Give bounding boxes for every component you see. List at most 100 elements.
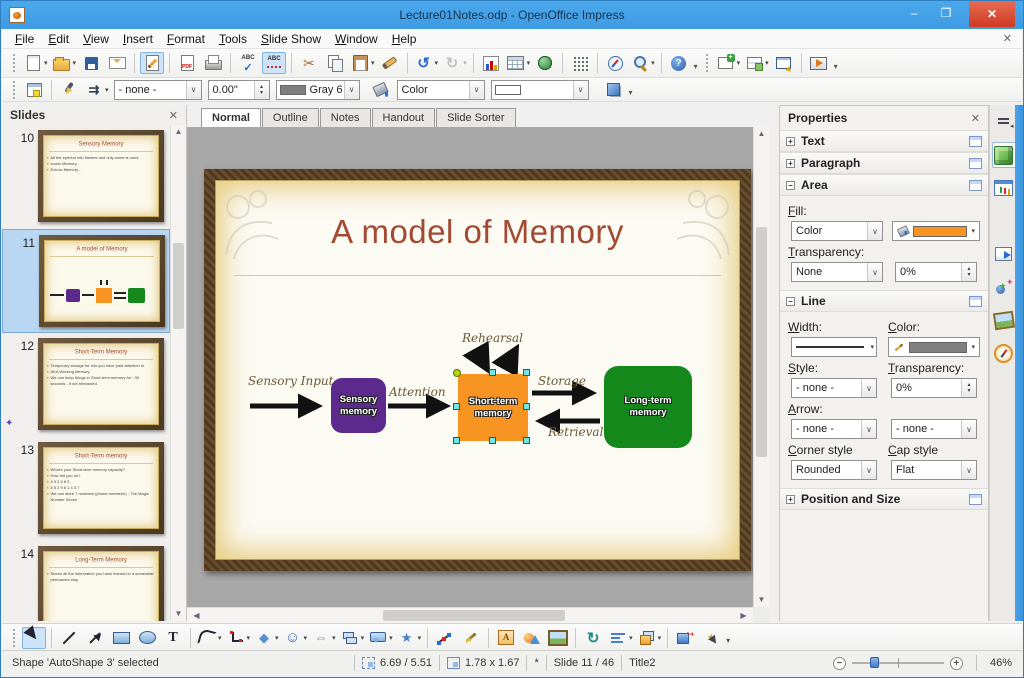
gallery-tab[interactable] [992,307,1016,333]
spellcheck-button[interactable] [236,52,260,74]
open-button[interactable]: ▾ [51,52,78,74]
selection-handle-mid-left[interactable] [453,403,460,410]
section-text[interactable]: + Text [780,130,988,152]
zoom-button[interactable]: ▾ [629,52,656,74]
callouts-button[interactable]: ▾ [367,627,394,649]
collapse-icon[interactable]: − [786,296,795,306]
dropdown-icon[interactable]: ▾ [304,634,308,642]
scrollbar-thumb[interactable] [383,610,565,621]
retrieval-label[interactable]: Retrieval [548,425,603,439]
dropdown-icon[interactable]: ▾ [218,634,222,642]
section-line[interactable]: − Line [780,290,988,312]
slide-thumbnail-10[interactable]: 10 Sensory Memory All the eye/ear info fla… [2,125,170,229]
dropdown-icon[interactable]: ▾ [658,634,662,642]
arrange-button[interactable]: ▾ [636,627,663,649]
collapse-icon[interactable]: − [786,180,795,190]
slide-design-button[interactable] [772,52,796,74]
navigator-button[interactable] [603,52,627,74]
line-dialog-button[interactable] [57,79,81,101]
toolbar-overflow-icon[interactable]: ▾ [629,88,633,97]
dropdown-icon[interactable]: ∨ [468,80,484,99]
rotate-button[interactable]: ↻ [581,627,605,649]
dropdown-icon[interactable]: ▾ [247,634,251,642]
maximize-button[interactable]: ❐ [931,1,961,25]
area-dialog-button[interactable] [369,79,393,101]
line-transparency-input[interactable]: 0% ▴ ▾ [891,378,977,398]
fill-type-select[interactable]: Color ∨ [396,79,485,100]
line-style-select[interactable]: - none - ∨ [113,79,202,100]
dropdown-icon[interactable]: ▾ [371,59,375,67]
transparency-value-input[interactable]: 0% ▴ ▾ [895,262,977,282]
zoom-out-button[interactable]: − [832,656,846,670]
menu-file[interactable]: File [8,30,41,48]
dropdown-icon[interactable]: ▾ [435,59,439,67]
display-grid-button[interactable] [568,52,592,74]
section-paragraph[interactable]: + Paragraph [780,152,988,174]
sensory-input-label[interactable]: Sensory Input [248,374,333,388]
slide-title[interactable]: A model of Memory [204,213,751,251]
dialog-launcher-icon[interactable] [969,179,982,191]
dropdown-icon[interactable]: ▾ [105,86,109,94]
selection-handle-top-right[interactable] [523,369,530,376]
toolbar-overflow-icon[interactable]: ▾ [694,62,698,71]
edit-points-button[interactable] [433,627,457,649]
ellipse-button[interactable] [135,627,159,649]
close-button[interactable]: ✕ [969,1,1015,27]
dropdown-icon[interactable]: ∨ [185,80,201,99]
spin-buttons-icon[interactable]: ▴ ▾ [253,80,269,99]
transparency-type-select[interactable]: None ∨ [791,262,883,282]
slide-transition-tab[interactable] [992,241,1016,267]
arrow-style-button[interactable]: ⇉ ▾ [83,79,110,101]
expand-icon[interactable]: + [786,136,795,146]
line-color-select[interactable]: Gray 6 ∨ [275,79,360,100]
toolbar-grip[interactable] [12,53,17,73]
save-button[interactable] [79,52,103,74]
connector-button[interactable]: ▾ [225,627,252,649]
interaction-button[interactable] [673,627,697,649]
flowchart-button[interactable]: ▾ [339,627,366,649]
scroll-right-icon[interactable]: ▶ [736,609,751,623]
dropdown-icon[interactable]: ▾ [463,59,467,67]
animation-tab[interactable] [992,274,1016,300]
new-slide-button[interactable]: ▾ [715,52,742,74]
help-button[interactable] [667,52,691,74]
attention-label[interactable]: Attention [389,385,446,399]
menu-help[interactable]: Help [385,30,424,48]
selection-handle-top-left[interactable] [453,369,461,377]
zoom-slider[interactable] [851,657,944,668]
selection-handle-bottom-mid[interactable] [489,437,496,444]
export-pdf-button[interactable] [175,52,199,74]
long-term-memory-box[interactable]: Long-term memory [604,366,692,448]
dialog-launcher-icon[interactable] [969,493,982,505]
zoom-in-button[interactable]: + [949,656,963,670]
minimize-button[interactable]: – [899,1,929,25]
email-document-button[interactable] [105,52,129,74]
menu-slide-show[interactable]: Slide Show [254,30,328,48]
canvas-horizontal-scrollbar[interactable]: ◀ ▶ [187,607,753,623]
selection-handle-bottom-left[interactable] [453,437,460,444]
format-paintbrush-button[interactable] [378,52,402,74]
3d-objects-button[interactable] [520,627,544,649]
close-properties-icon[interactable]: ✕ [971,112,980,125]
menu-tools[interactable]: Tools [212,30,254,48]
layout-name[interactable]: Title2 [629,657,656,669]
arrow-start-select[interactable]: - none - ∨ [791,419,877,439]
expand-icon[interactable]: + [786,494,795,504]
fill-style-select[interactable]: Color ∨ [791,221,883,241]
slide-canvas[interactable]: A model of Memory Sensory Input Attentio… [187,127,753,607]
fontwork-gallery-button[interactable] [494,627,518,649]
slide-layout-button[interactable]: ▾ [743,52,770,74]
fill-color-select[interactable]: ∨ [490,79,589,100]
line-ends-with-arrow-button[interactable] [83,627,107,649]
scroll-up-icon[interactable]: ▲ [754,127,769,141]
dropdown-icon[interactable]: ▾ [527,59,531,67]
fill-color-button[interactable]: ▾ [892,221,980,241]
hyperlink-button[interactable] [533,52,557,74]
slide-number-indicator[interactable]: Slide 11 / 46 [554,657,614,669]
animation-indicator-icon[interactable]: ✦ [5,418,13,429]
sensory-memory-box[interactable]: Sensory memory [331,378,386,433]
tab-outline[interactable]: Outline [261,108,319,127]
dropdown-icon[interactable]: ▾ [651,59,655,67]
alignment-button[interactable]: ▾ [607,627,634,649]
close-document-icon[interactable]: ✕ [1003,32,1012,45]
